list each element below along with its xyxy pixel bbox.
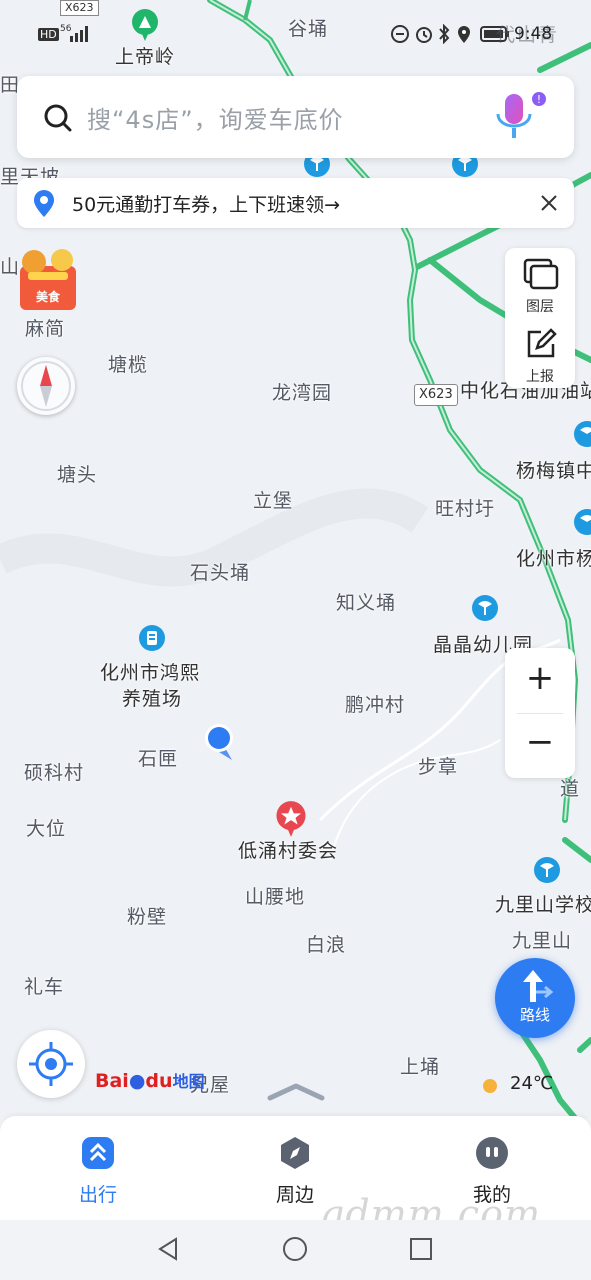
bluetooth-icon <box>439 24 450 44</box>
zoom-control: + − <box>505 648 575 778</box>
hd-badge: HD <box>38 28 59 41</box>
location-pin-icon <box>34 190 54 217</box>
village-committee-pin-icon[interactable] <box>274 800 308 838</box>
place-label[interactable]: 低涌村委会 <box>238 836 338 863</box>
logo-du-text: du <box>145 1070 173 1092</box>
place-label[interactable]: 礼车 <box>24 972 64 999</box>
promo-text[interactable]: 50元通勤打车券，上下班速领→ <box>72 190 340 217</box>
recents-icon[interactable] <box>408 1236 434 1262</box>
system-nav-bar <box>0 1220 591 1280</box>
place-label[interactable]: 知义埇 <box>336 588 396 615</box>
tab-label: 出行 <box>78 1184 117 1206</box>
place-label[interactable]: 杨梅镇中 <box>516 456 591 483</box>
place-label[interactable]: 大位 <box>26 814 66 841</box>
search-input[interactable]: 搜“4s店”，询爱车底价 <box>87 100 344 135</box>
chevron-up-icon[interactable] <box>266 1080 326 1102</box>
place-label[interactable]: 山腰地 <box>245 882 305 909</box>
close-icon[interactable] <box>539 193 559 213</box>
alarm-icon <box>416 27 432 43</box>
dnd-icon <box>391 25 409 43</box>
signal-icon <box>70 26 88 42</box>
school-pin-icon[interactable] <box>532 856 562 890</box>
place-label[interactable]: 石匣 <box>138 744 178 771</box>
place-label[interactable]: 龙湾园 <box>272 378 332 405</box>
search-bar[interactable]: 搜“4s店”，询爱车底价 ! <box>17 76 574 158</box>
edit-report-icon <box>527 328 557 358</box>
place-label[interactable]: 立堡 <box>253 486 293 513</box>
weather-temp: 24℃ <box>510 1073 554 1094</box>
map-tools-panel: 图层 上报 <box>505 248 575 388</box>
layers-button[interactable]: 图层 <box>505 248 575 318</box>
profile-icon <box>476 1137 508 1169</box>
route-button[interactable]: 路线 <box>495 958 575 1038</box>
status-time: 9:48 <box>514 24 553 44</box>
voice-search-icon[interactable]: ! <box>492 90 552 146</box>
home-icon[interactable] <box>282 1236 308 1262</box>
baidu-map-logo: Bai●du地图 <box>95 1068 205 1092</box>
current-location-marker <box>205 724 233 760</box>
place-label[interactable]: 山 <box>0 252 20 279</box>
place-label[interactable]: 道 <box>560 774 580 801</box>
place-label[interactable]: 九里山 <box>512 926 572 953</box>
place-label[interactable]: 塘榄 <box>108 350 148 377</box>
zoom-divider <box>517 713 563 714</box>
back-icon[interactable] <box>156 1236 182 1262</box>
place-label[interactable]: 养殖场 <box>122 684 182 711</box>
search-icon <box>44 104 72 132</box>
food-badge[interactable]: 美食 <box>18 246 78 312</box>
kindergarten-pin-icon[interactable] <box>470 594 500 628</box>
zoom-out-button[interactable]: − <box>505 722 575 762</box>
place-label[interactable]: 鹏冲村 <box>345 690 405 717</box>
logo-paw-icon: ● <box>128 1070 146 1092</box>
layers-label: 图层 <box>526 299 554 315</box>
route-label: 路线 <box>519 1006 550 1024</box>
location-status-icon <box>458 26 470 43</box>
promo-banner[interactable]: 50元通勤打车券，上下班速领→ <box>17 178 574 228</box>
logo-ditu-text: 地图 <box>172 1072 205 1091</box>
logo-bai-text: Bai <box>95 1070 129 1092</box>
road-network <box>0 0 591 1118</box>
layers-icon <box>523 258 559 290</box>
compass-nearby-icon <box>281 1137 309 1169</box>
farm-pin-icon[interactable] <box>137 624 167 658</box>
svg-text:!: ! <box>537 93 541 106</box>
compass-needle-icon <box>21 361 71 411</box>
place-label[interactable]: 硕科村 <box>24 758 84 785</box>
locate-me-button[interactable] <box>17 1030 85 1098</box>
place-label[interactable]: 步章 <box>418 752 458 779</box>
place-label[interactable]: 旺村圩 <box>435 494 495 521</box>
tab-travel[interactable]: 出行 <box>38 1136 158 1207</box>
map-view[interactable]: X623 X623 上帝岭 谷埇 田 里天坡 山 麻简 塘榄 龙湾园 中化石油加… <box>0 0 591 1118</box>
report-button[interactable]: 上报 <box>505 320 575 388</box>
sun-icon <box>483 1079 497 1093</box>
report-label: 上报 <box>526 369 554 385</box>
status-bar: HD 56 代山青 9:48 <box>0 0 591 64</box>
school-pin-icon[interactable] <box>572 508 591 542</box>
place-label[interactable]: 塘头 <box>57 460 97 487</box>
place-label[interactable]: 化州市杨 <box>516 544 591 571</box>
compass-button[interactable] <box>17 357 75 415</box>
zoom-in-button[interactable]: + <box>505 658 575 698</box>
place-label[interactable]: 麻简 <box>25 314 65 341</box>
route-arrow-icon <box>523 970 553 1002</box>
place-label[interactable]: 九里山学校 <box>495 890 591 917</box>
place-label[interactable]: 石头埇 <box>190 558 250 585</box>
road-shield-x623: X623 <box>414 384 458 406</box>
school-pin-icon[interactable] <box>572 420 591 454</box>
crosshair-icon <box>29 1042 73 1086</box>
place-label[interactable]: 粉壁 <box>127 902 167 929</box>
food-badge-label: 美食 <box>36 290 61 304</box>
place-label[interactable]: 化州市鸿熙 <box>100 658 200 685</box>
place-label[interactable]: 上埇 <box>400 1052 440 1079</box>
travel-icon <box>82 1137 114 1169</box>
place-label[interactable]: 白浪 <box>306 930 346 957</box>
